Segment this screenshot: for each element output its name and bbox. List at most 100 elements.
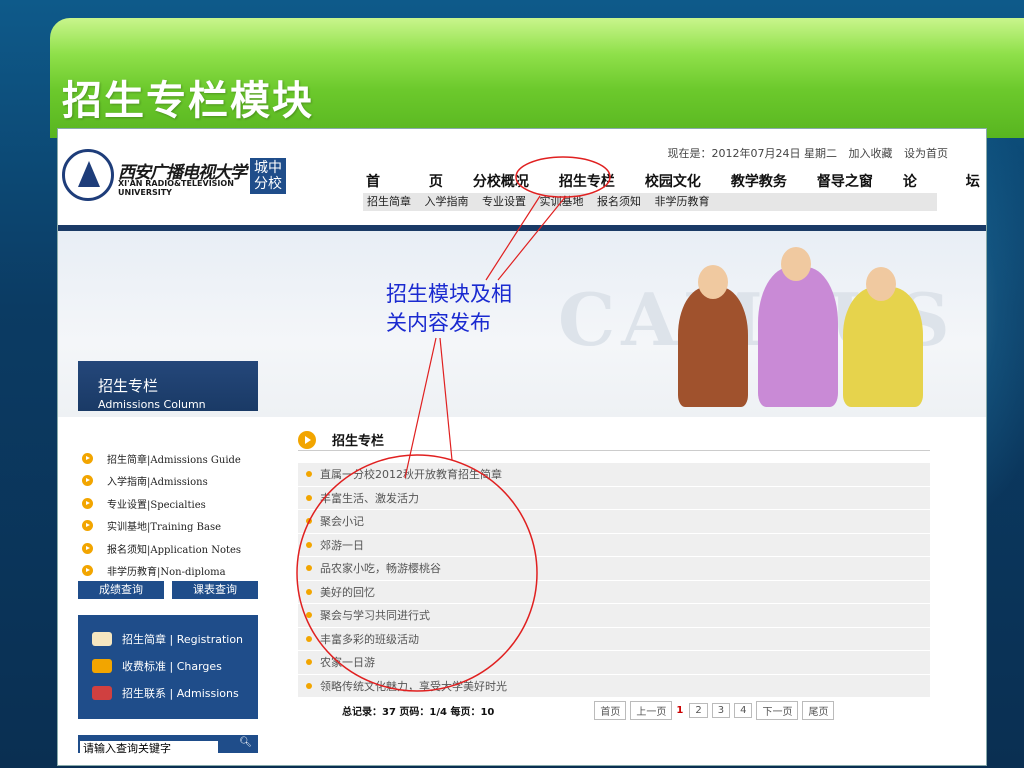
subnav-item[interactable]: 实训基地 bbox=[540, 195, 584, 208]
section-arrow-icon bbox=[298, 430, 316, 449]
sub-nav: 招生简章 入学指南 专业设置 实训基地 报名须知 非学历教育 bbox=[363, 193, 937, 211]
subnav-item[interactable]: 专业设置 bbox=[482, 195, 526, 208]
last-page-button[interactable]: 尾页 bbox=[802, 701, 835, 720]
envelope-icon bbox=[92, 685, 112, 700]
schedule-query-button[interactable]: 课表查询 bbox=[172, 581, 258, 599]
website-screenshot: 西安广播电视大学 XI'AN RADIO&TELEVISION UNIVERSI… bbox=[57, 128, 987, 766]
pagination-info: 总记录：37 页码：1/4 每页：10 bbox=[342, 707, 495, 718]
arrow-bullet-icon bbox=[82, 475, 93, 487]
page-button[interactable]: 3 bbox=[711, 703, 731, 718]
nav-item-supervision[interactable]: 督导之窗 bbox=[817, 171, 873, 191]
university-logo-icon[interactable] bbox=[62, 149, 114, 201]
article-list: 直属一分校2012秋开放教育招生简章 丰富生活、激发活力 聚会小记 郊游一日 品… bbox=[298, 463, 930, 698]
page-button[interactable]: 4 bbox=[734, 703, 753, 718]
search-input[interactable] bbox=[80, 741, 218, 755]
grades-query-button[interactable]: 成绩查询 bbox=[78, 581, 164, 599]
sidebar-item-label: 专业设置|Specialties bbox=[107, 499, 206, 511]
section-header: 招生专栏 bbox=[298, 429, 930, 451]
sidebar-item[interactable]: 报名须知|Application Notes bbox=[82, 537, 262, 560]
search-icon[interactable]: 🔍︎ bbox=[239, 737, 252, 748]
logo-en-text: XI'AN RADIO&TELEVISION UNIVERSITY bbox=[118, 179, 234, 197]
quick-link-contact[interactable]: 招生联系 | Admissions bbox=[92, 679, 258, 706]
current-page: 1 bbox=[676, 705, 684, 716]
sidebar-item[interactable]: 入学指南|Admissions bbox=[82, 470, 262, 493]
list-item[interactable]: 直属一分校2012秋开放教育招生简章 bbox=[298, 463, 930, 487]
bullet-icon bbox=[306, 612, 312, 619]
arrow-bullet-icon bbox=[82, 497, 93, 509]
bullet-icon bbox=[306, 518, 312, 525]
add-favorite-link[interactable]: 加入收藏 bbox=[849, 147, 893, 160]
quick-link-charges[interactable]: 收费标准 | Charges bbox=[92, 652, 258, 679]
list-item-title: 品农家小吃，畅游樱桃谷 bbox=[320, 562, 441, 576]
bullet-icon bbox=[306, 541, 312, 548]
page-button[interactable]: 2 bbox=[689, 703, 708, 718]
nav-item-admissions[interactable]: 招生专栏 bbox=[559, 171, 615, 191]
sidebar-item-label: 非学历教育|Non-diploma bbox=[107, 567, 226, 579]
sidebar-title: 招生专栏 Admissions Column bbox=[78, 361, 258, 411]
next-page-button[interactable]: 下一页 bbox=[756, 701, 799, 720]
arrow-bullet-icon bbox=[82, 565, 93, 577]
sidebar-item[interactable]: 实训基地|Training Base bbox=[82, 515, 262, 538]
nav-item-culture[interactable]: 校园文化 bbox=[645, 171, 701, 191]
nav-item-home[interactable]: 首 页 bbox=[366, 171, 465, 191]
list-item[interactable]: 丰富生活、激发活力 bbox=[298, 486, 930, 510]
bullet-icon bbox=[306, 565, 312, 572]
nav-item-forum[interactable]: 论 坛 bbox=[903, 171, 986, 191]
pagination: 总记录：37 页码：1/4 每页：10 首页 上一页 1 2 3 4 下一页 尾… bbox=[342, 701, 942, 720]
book-icon bbox=[92, 631, 112, 646]
arrow-bullet-icon bbox=[82, 520, 93, 532]
section-title: 招生专栏 bbox=[332, 434, 385, 449]
sidebar-item-label: 报名须知|Application Notes bbox=[107, 544, 242, 556]
first-page-button[interactable]: 首页 bbox=[594, 701, 627, 720]
annotation-line: 招生模块及相 bbox=[386, 282, 512, 306]
bullet-icon bbox=[306, 635, 312, 642]
site-header: 西安广播电视大学 XI'AN RADIO&TELEVISION UNIVERSI… bbox=[58, 129, 986, 229]
sidebar-item[interactable]: 非学历教育|Non-diploma bbox=[82, 560, 262, 583]
set-homepage-link[interactable]: 设为首页 bbox=[904, 147, 948, 160]
sidebar-item[interactable]: 专业设置|Specialties bbox=[82, 492, 262, 515]
list-item-title: 聚会与学习共同进行式 bbox=[320, 609, 430, 623]
list-item-title: 直属一分校2012秋开放教育招生简章 bbox=[320, 468, 502, 482]
subnav-item[interactable]: 入学指南 bbox=[425, 195, 469, 208]
list-item-title: 美好的回忆 bbox=[320, 585, 375, 599]
subnav-item[interactable]: 招生简章 bbox=[367, 195, 411, 208]
annotation-line: 关内容发布 bbox=[386, 311, 491, 335]
subnav-item[interactable]: 非学历教育 bbox=[655, 195, 710, 208]
list-item-title: 丰富多彩的班级活动 bbox=[320, 632, 419, 646]
date-text: 现在是：2012年07月24日 星期二 bbox=[667, 147, 837, 160]
annotation-callout: 招生模块及相 关内容发布 bbox=[386, 280, 512, 338]
coin-icon bbox=[92, 658, 112, 673]
nav-item-teaching[interactable]: 教学教务 bbox=[731, 171, 787, 191]
list-item-title: 聚会小记 bbox=[320, 515, 364, 529]
sidebar-item-label: 招生简章|Admissions Guide bbox=[107, 454, 241, 466]
list-item[interactable]: 领略传统文化魅力，享受大学美好时光 bbox=[298, 674, 930, 698]
quick-link-label: 招生简章 | Registration bbox=[122, 632, 244, 646]
list-item-title: 郊游一日 bbox=[320, 538, 364, 552]
arrow-bullet-icon bbox=[82, 452, 93, 464]
list-item[interactable]: 丰富多彩的班级活动 bbox=[298, 627, 930, 651]
prev-page-button[interactable]: 上一页 bbox=[630, 701, 673, 720]
quick-link-registration[interactable]: 招生简章 | Registration bbox=[92, 625, 258, 652]
sidebar-item-label: 实训基地|Training Base bbox=[107, 522, 221, 534]
list-item[interactable]: 聚会与学习共同进行式 bbox=[298, 604, 930, 628]
list-item[interactable]: 聚会小记 bbox=[298, 510, 930, 534]
list-item[interactable]: 美好的回忆 bbox=[298, 580, 930, 604]
query-buttons: 成绩查询 课表查询 bbox=[78, 581, 258, 599]
sidebar-item[interactable]: 招生简章|Admissions Guide bbox=[82, 447, 262, 470]
slide-title: 招生专栏模块 bbox=[62, 78, 314, 124]
quick-links: 招生简章 | Registration 收费标准 | Charges 招生联系 … bbox=[78, 615, 258, 719]
search-bar: 🔍︎ bbox=[78, 735, 258, 755]
quick-link-label: 招生联系 | Admissions bbox=[122, 686, 239, 700]
list-item[interactable]: 郊游一日 bbox=[298, 533, 930, 557]
sidebar-title-en: Admissions Column bbox=[98, 398, 206, 411]
list-item[interactable]: 品农家小吃，畅游樱桃谷 bbox=[298, 557, 930, 581]
subnav-item[interactable]: 报名须知 bbox=[597, 195, 641, 208]
sidebar-item-label: 入学指南|Admissions bbox=[107, 477, 208, 489]
bullet-icon bbox=[306, 494, 312, 501]
main-nav: 首 页 分校概况 招生专栏 校园文化 教学教务 督导之窗 论 坛 bbox=[366, 171, 986, 191]
nav-item-overview[interactable]: 分校概况 bbox=[473, 171, 529, 191]
bullet-icon bbox=[306, 588, 312, 595]
list-item-title: 农家一日游 bbox=[320, 656, 375, 670]
bullet-icon bbox=[306, 682, 312, 689]
list-item[interactable]: 农家一日游 bbox=[298, 651, 930, 675]
